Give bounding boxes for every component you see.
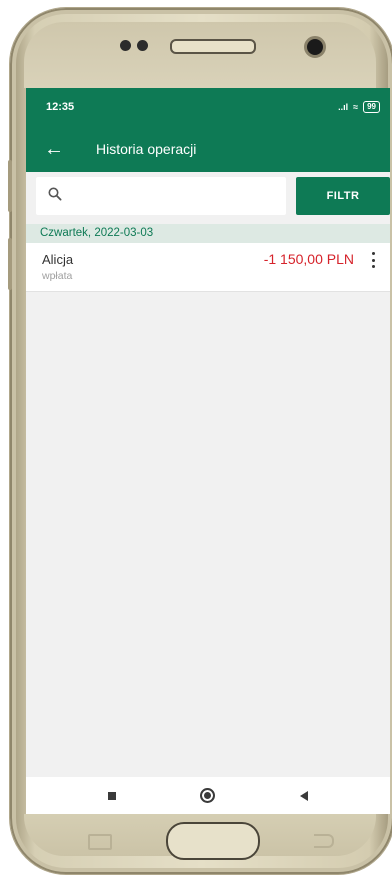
search-icon[interactable]	[36, 187, 74, 206]
transaction-row[interactable]: Alicja wpłata -1 150,00 PLN	[26, 243, 390, 292]
wifi-icon: ≈	[353, 102, 359, 112]
hardware-recent-icon[interactable]	[88, 834, 112, 850]
status-time: 12:35	[46, 101, 75, 113]
battery-icon: 99	[363, 101, 380, 113]
back-arrow-icon[interactable]: ←	[44, 139, 84, 159]
search-row: FILTR	[26, 172, 390, 224]
status-bar: 12:35 ..ıl ≈ 99	[26, 88, 390, 126]
power-button	[8, 238, 12, 290]
search-box[interactable]	[36, 177, 286, 215]
filter-button[interactable]: FILTR	[296, 177, 390, 215]
date-header: Czwartek, 2022-03-03	[26, 222, 390, 243]
search-input[interactable]	[74, 180, 286, 212]
signal-icon: ..ıl	[338, 102, 349, 112]
system-nav-bar	[26, 777, 390, 814]
transaction-amount: -1 150,00 PLN	[263, 251, 354, 267]
page-title: Historia operacji	[96, 141, 197, 157]
back-icon[interactable]	[299, 790, 308, 801]
front-camera-icon	[304, 36, 326, 58]
app-bar: ← Historia operacji	[26, 126, 390, 172]
top-bezel	[24, 22, 376, 88]
hardware-home-button[interactable]	[166, 822, 260, 860]
speaker-icon	[170, 39, 256, 54]
transaction-name: Alicja	[42, 252, 74, 267]
app-screen: 12:35 ..ıl ≈ 99 ← Historia operacji FILT…	[26, 88, 390, 814]
recent-apps-icon[interactable]	[108, 791, 117, 800]
hardware-back-icon[interactable]	[314, 834, 334, 848]
volume-button	[8, 160, 12, 212]
more-vertical-icon[interactable]	[370, 252, 376, 268]
home-icon[interactable]	[200, 788, 216, 803]
sensor-dots-icon	[120, 40, 148, 51]
transaction-type: wpłata	[42, 270, 73, 282]
status-icons: ..ıl ≈ 99	[338, 101, 380, 113]
